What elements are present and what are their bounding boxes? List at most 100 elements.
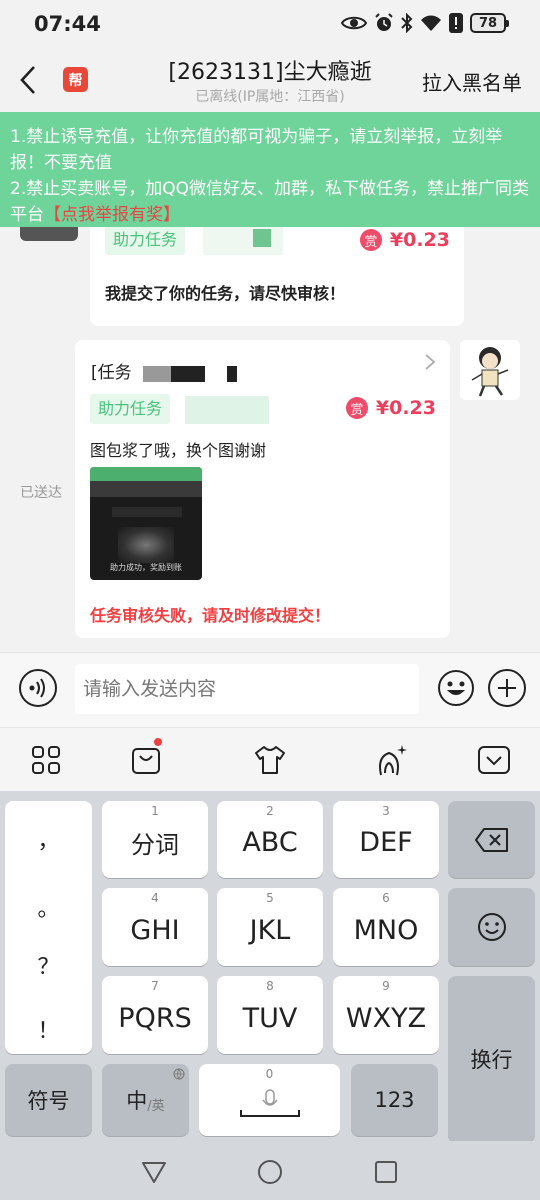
alarm-icon <box>375 13 393 31</box>
key-label: DEF <box>359 827 413 858</box>
blacklist-button[interactable]: 拉入黑名单 <box>422 67 522 96</box>
language-toggle-key[interactable]: 中/英 <box>102 1064 189 1136</box>
keyboard: ， 。 ？ ！ 1 分词 2 ABC 3 DEF 4 GHI 5 JKL 6 M… <box>0 791 540 1142</box>
punct-key-comma[interactable]: ， <box>5 823 92 855</box>
message-bubble-incoming[interactable]: 助力任务 赏 ¥0.23 我提交了你的任务，请尽快审核！ <box>90 227 464 326</box>
emoji-key[interactable] <box>448 888 535 966</box>
space-key[interactable]: 0 <box>199 1064 340 1136</box>
contact-avatar[interactable] <box>20 227 78 241</box>
space-mic-icon <box>239 1089 300 1117</box>
message-text: 图包浆了哦，换个图谢谢 <box>90 441 267 460</box>
tshirt-icon <box>255 746 285 774</box>
chat-header: 帮 [2623131]尘大瘾逝 已离线(IP属地：江西省) 拉入黑名单 <box>0 50 540 112</box>
key-2[interactable]: 2 ABC <box>217 801 323 878</box>
navigation-bar <box>0 1141 540 1200</box>
backspace-key[interactable] <box>448 801 535 878</box>
status-time: 07:44 <box>34 12 101 36</box>
key-6[interactable]: 6 MNO <box>333 888 439 966</box>
back-triangle-icon[interactable] <box>141 1159 167 1185</box>
thumbnail-caption: 助力成功，奖励到账 <box>110 563 182 572</box>
notice-line-1: 1.禁止诱导充值，让你充值的都可视为骗子，请立刻举报，立刻举报！不要充值 <box>10 127 503 173</box>
reward-badge-icon: 赏 <box>359 229 382 251</box>
key-number: 3 <box>382 804 390 818</box>
message-input[interactable] <box>75 664 419 714</box>
sent-status: 已送达 <box>20 485 62 501</box>
backspace-icon <box>474 827 508 852</box>
key-5[interactable]: 5 JKL <box>217 888 323 966</box>
my-avatar[interactable] <box>460 340 520 400</box>
recents-square-icon[interactable] <box>373 1159 399 1185</box>
status-bar: 07:44 78 <box>0 0 540 50</box>
ai-sparkle-icon <box>379 745 407 776</box>
key-3[interactable]: 3 DEF <box>333 801 439 878</box>
chat-area[interactable]: 助力任务 赏 ¥0.23 我提交了你的任务，请尽快审核！ 已送达 [任务 助力任… <box>0 227 540 652</box>
key-number: 9 <box>382 979 390 993</box>
review-failed-text: 任务审核失败，请及时修改提交！ <box>90 606 331 625</box>
enter-key[interactable]: 换行 <box>448 976 535 1142</box>
message-text: 我提交了你的任务，请尽快审核！ <box>105 284 346 303</box>
blurred-text <box>203 227 283 255</box>
alert-icon <box>449 13 463 33</box>
key-label: PQRS <box>118 1002 192 1034</box>
home-circle-icon[interactable] <box>257 1159 283 1185</box>
task-tag: 助力任务 <box>105 227 186 255</box>
shopping-bag-icon <box>132 748 160 774</box>
thumbnail-spotlight <box>118 527 174 563</box>
punct-key-question[interactable]: ？ <box>5 949 92 981</box>
screenshot-thumbnail[interactable]: 助力成功，奖励到账 <box>90 467 202 580</box>
reward: 赏 ¥0.23 <box>359 229 450 251</box>
punct-key-period[interactable]: 。 <box>5 891 92 923</box>
emoji-button[interactable] <box>437 669 475 707</box>
key-1[interactable]: 1 分词 <box>102 801 208 878</box>
blurred-text <box>185 396 269 424</box>
report-link[interactable]: 【点我举报有奖】 <box>44 205 180 225</box>
key-label: GHI <box>130 914 180 946</box>
key-label: MNO <box>353 914 419 946</box>
battery-indicator: 78 <box>470 13 509 33</box>
message-bubble-outgoing[interactable]: [任务 助力任务 赏 ¥0.23 图包浆了哦，换个图谢谢 助力成功，奖励到账 任… <box>75 340 450 638</box>
keyboard-toolbar <box>0 727 540 791</box>
key-number: 4 <box>151 891 159 905</box>
task-tag: 助力任务 <box>90 394 171 424</box>
key-9[interactable]: 9 WXYZ <box>333 976 439 1054</box>
collapse-keyboard-button[interactable] <box>474 740 514 780</box>
lang-alt-label: /英 <box>147 1098 165 1114</box>
apps-grid-button[interactable] <box>26 740 66 780</box>
status-icons: 78 <box>341 13 509 33</box>
key-8[interactable]: 8 TUV <box>217 976 323 1054</box>
blurred-text <box>227 366 237 382</box>
key-number: 6 <box>382 891 390 905</box>
key-4[interactable]: 4 GHI <box>102 888 208 966</box>
notification-dot <box>154 738 162 746</box>
key-number: 5 <box>266 891 274 905</box>
reward-amount: ¥0.23 <box>389 229 450 251</box>
grid-icon <box>32 746 60 774</box>
key-label: ABC <box>242 827 298 858</box>
key-number: 8 <box>266 979 274 993</box>
bluetooth-icon <box>401 13 413 33</box>
ai-assistant-button[interactable] <box>372 740 412 780</box>
punct-key-exclamation[interactable]: ！ <box>5 1013 92 1045</box>
eye-icon <box>341 16 367 30</box>
symbols-key[interactable]: 符号 <box>5 1064 92 1136</box>
shop-button[interactable] <box>126 738 166 780</box>
key-label: TUV <box>242 1002 298 1034</box>
more-plus-button[interactable] <box>488 669 526 707</box>
key-7[interactable]: 7 PQRS <box>102 976 208 1054</box>
key-label: JKL <box>249 914 291 946</box>
reward-badge-icon: 赏 <box>345 397 368 419</box>
numbers-key[interactable]: 123 <box>351 1064 438 1136</box>
key-label: 分词 <box>131 831 179 859</box>
thumbnail-banner <box>112 507 182 517</box>
key-label: WXYZ <box>345 1002 427 1034</box>
punctuation-column[interactable]: ， 。 ？ ！ <box>5 801 92 1054</box>
reward-amount: ¥0.23 <box>375 397 436 419</box>
reward: 赏 ¥0.23 <box>345 397 436 419</box>
blurred-text <box>253 229 271 247</box>
task-title: [任务 <box>91 363 132 383</box>
skin-button[interactable] <box>250 740 290 780</box>
blurred-text <box>143 366 171 382</box>
voice-button[interactable] <box>19 669 57 707</box>
key-number: 7 <box>151 979 159 993</box>
chevron-right-icon[interactable] <box>424 353 436 371</box>
